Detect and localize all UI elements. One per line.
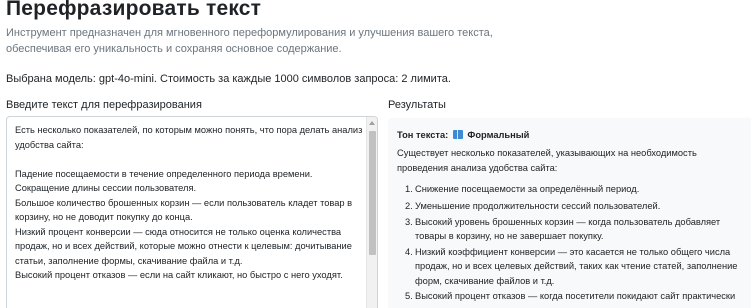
list-item: 5. Высокий процент отказов — когда посети… <box>405 291 736 308</box>
tone-value: Формальный <box>467 130 530 140</box>
scroll-up-icon[interactable] <box>369 121 375 125</box>
tone-line: Тон текста: Формальный <box>397 130 529 140</box>
model-info: Выбрана модель: gpt-4o-mini. Стоимость з… <box>6 73 451 85</box>
result-intro: Существует несколько показателей, указыв… <box>397 148 697 173</box>
input-scrollbar[interactable] <box>366 117 377 308</box>
list-item: 4. Низкий коэффициент конверсии — это кас… <box>405 246 738 286</box>
input-label: Введите текст для перефразирования <box>6 99 202 111</box>
tone-label: Тон текста: <box>397 130 449 140</box>
input-text[interactable]: Есть несколько показателей, по которым м… <box>15 123 365 283</box>
list-item: 3. Высокий уровень брошенных корзин — ког… <box>405 216 721 242</box>
page-title: Перефразировать текст <box>6 0 262 20</box>
page-description: Инструмент предназначен для мгновенного … <box>6 27 493 55</box>
results-label: Результаты <box>388 99 446 111</box>
results-panel: Тон текста: Формальный Существует нескол… <box>388 118 751 308</box>
book-icon <box>452 130 463 139</box>
scrollbar-thumb[interactable] <box>369 131 376 255</box>
list-item: 2. Уменьшение продолжительности сессий по… <box>405 201 661 211</box>
result-list: 1. Снижение посещаемости за определённый … <box>397 182 742 308</box>
paraphrase-input[interactable]: Есть несколько показателей, по которым м… <box>6 116 378 308</box>
list-item: 1. Снижение посещаемости за определённый … <box>405 184 640 194</box>
